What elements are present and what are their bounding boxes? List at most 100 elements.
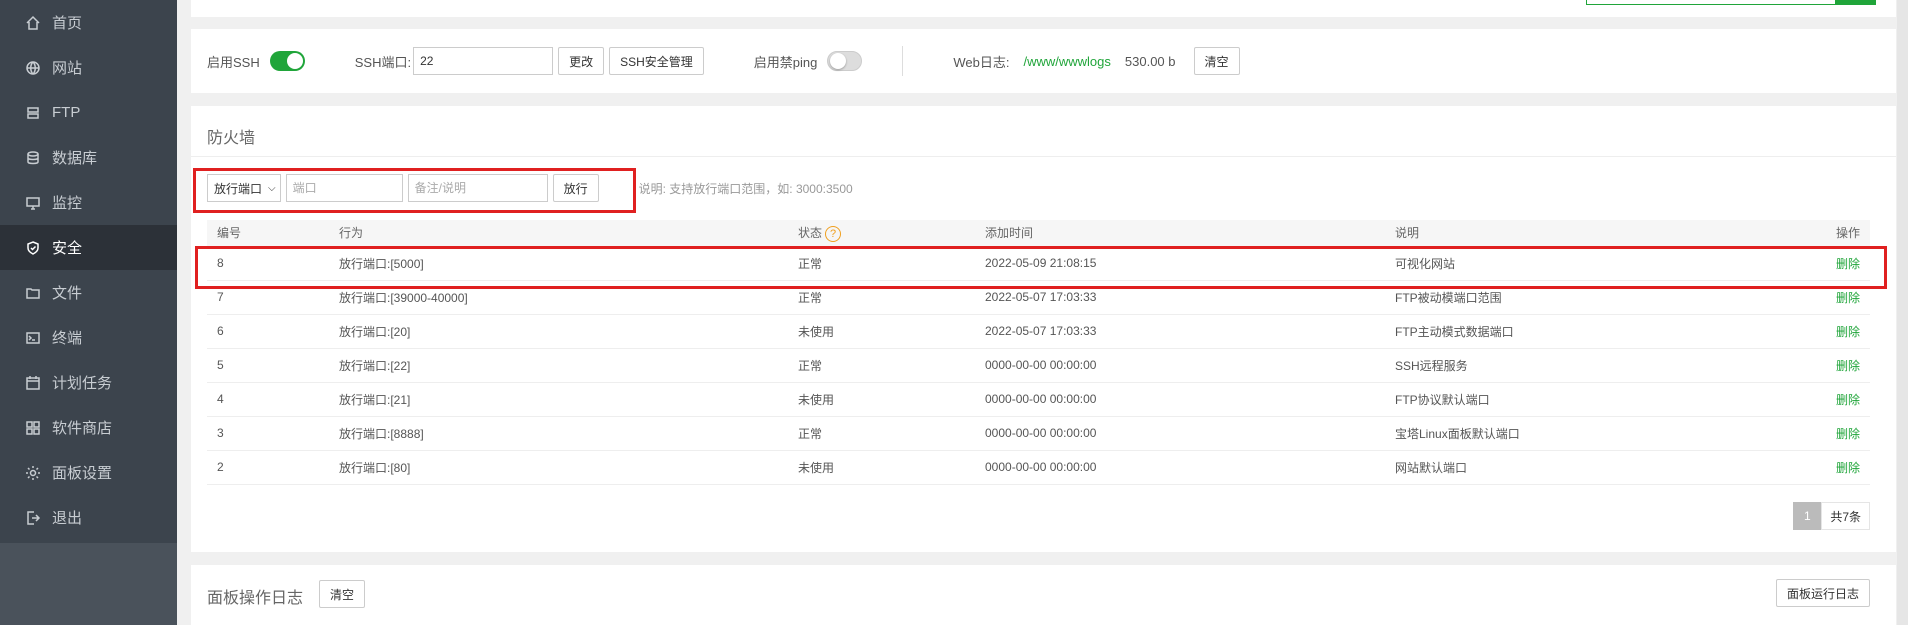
delete-link[interactable]: 删除: [1836, 257, 1860, 271]
panel-run-log-button[interactable]: 面板运行日志: [1775, 579, 1870, 607]
search-box-edge[interactable]: [1586, 0, 1836, 5]
cell-op: 删除: [1790, 280, 1870, 315]
delete-link[interactable]: 删除: [1836, 461, 1860, 475]
sidebar-item-label: 终端: [52, 330, 83, 347]
cell-time: 2022-05-07 17:03:33: [975, 314, 1385, 349]
sidebar-item-label: 退出: [52, 510, 83, 527]
database-icon: [24, 149, 42, 167]
change-port-button[interactable]: 更改: [558, 47, 605, 75]
apps-icon: [24, 419, 42, 437]
terminal-icon: [24, 329, 42, 347]
help-icon[interactable]: ?: [825, 225, 842, 242]
sidebar-item-5[interactable]: 安全: [0, 225, 177, 270]
delete-link[interactable]: 删除: [1836, 291, 1860, 305]
clear-web-log-button[interactable]: 清空: [1193, 47, 1240, 75]
table-row: 2 放行端口:[80] 未使用 0000-00-00 00:00:00 网站默认端口 删除: [207, 450, 1870, 485]
shield-icon: [24, 239, 42, 257]
panel-log-title: 面板操作日志: [207, 590, 304, 607]
cell-desc: FTP主动模式数据端口: [1385, 314, 1790, 349]
sidebar: 首页网站 FTP 数据库监控安全文件终端计划任务软件商店面板设置退出: [0, 0, 177, 625]
cell-op: 删除: [1790, 416, 1870, 451]
toggle-knob: [286, 53, 303, 69]
note-input[interactable]: [407, 174, 548, 202]
sidebar-item-9[interactable]: 软件商店: [0, 405, 177, 450]
port-input[interactable]: [285, 174, 403, 202]
cell-op: 删除: [1790, 382, 1870, 417]
table-row: 7 放行端口:[39000-40000] 正常 2022-05-07 17:03:33…: [207, 280, 1870, 315]
ssh-security-manage-button[interactable]: SSH安全管理: [609, 47, 704, 75]
ssh-port-input[interactable]: [413, 47, 554, 75]
sidebar-item-label: 安全: [52, 240, 83, 257]
cell-id: 3: [207, 416, 329, 451]
ssh-toggle[interactable]: [269, 51, 305, 71]
sidebar-item-label: 网站: [52, 60, 83, 77]
cell-time: 0000-00-00 00:00:00: [975, 416, 1385, 451]
toggle-knob: [830, 53, 847, 69]
globe-icon: [24, 59, 42, 77]
cell-id: 4: [207, 382, 329, 417]
cell-status: 未使用: [788, 314, 975, 349]
sidebar-footer: [0, 543, 177, 625]
sidebar-item-4[interactable]: 监控: [0, 180, 177, 225]
ping-toggle-label: 启用禁ping: [753, 54, 818, 70]
cell-time: 2022-05-07 17:03:33: [975, 280, 1385, 315]
clear-panel-log-button[interactable]: 清空: [319, 580, 366, 608]
cell-time: 0000-00-00 00:00:00: [975, 382, 1385, 417]
sidebar-item-label: 面板设置: [52, 465, 113, 482]
cell-id: 7: [207, 280, 329, 315]
sidebar-item-2[interactable]: FTP: [0, 90, 177, 135]
cell-desc: FTP被动模端口范围: [1385, 280, 1790, 315]
delete-link[interactable]: 删除: [1836, 325, 1860, 339]
sidebar-item-0[interactable]: 首页: [0, 0, 177, 45]
ssh-settings-bar: 启用SSH SSH端口: 更改 SSH安全管理 启用禁ping Web日志: /…: [191, 29, 1896, 93]
sidebar-item-6[interactable]: 文件: [0, 270, 177, 315]
ftp-icon: [24, 104, 42, 122]
sidebar-item-label: 文件: [52, 285, 83, 302]
firewall-card: 防火墙 放行端口 ⌵ 放行 说明: 支持放行端口范围，如: 3000:3500 …: [191, 106, 1896, 552]
search-button-edge[interactable]: [1836, 0, 1876, 5]
rule-type-select[interactable]: 放行端口 ⌵: [207, 174, 281, 202]
sidebar-item-7[interactable]: 终端: [0, 315, 177, 360]
sidebar-item-11[interactable]: 退出: [0, 495, 177, 540]
sidebar-item-label: 首页: [52, 15, 83, 32]
panel-log-card: 面板操作日志 清空 面板运行日志: [191, 565, 1896, 625]
delete-link[interactable]: 删除: [1836, 427, 1860, 441]
table-row: 4 放行端口:[21] 未使用 0000-00-00 00:00:00 FTP协议默认端…: [207, 382, 1870, 417]
cell-status: 正常: [788, 348, 975, 383]
table-row: 3 放行端口:[8888] 正常 0000-00-00 00:00:00 宝塔Linux…: [207, 416, 1870, 451]
sidebar-item-10[interactable]: 面板设置: [0, 450, 177, 495]
col-status: 状态?: [788, 220, 975, 247]
cell-action: 放行端口:[8888]: [329, 416, 788, 451]
cell-desc: 网站默认端口: [1385, 450, 1790, 485]
web-log-label: Web日志:: [953, 54, 1010, 70]
cell-action: 放行端口:[20]: [329, 314, 788, 349]
cell-id: 6: [207, 314, 329, 349]
sidebar-item-3[interactable]: 数据库: [0, 135, 177, 180]
web-log-size: 530.00 b: [1124, 53, 1176, 69]
allow-port-button[interactable]: 放行: [552, 174, 599, 202]
sidebar-item-label: FTP: [52, 104, 81, 121]
table-row: 6 放行端口:[20] 未使用 2022-05-07 17:03:33 FTP主动模式数…: [207, 314, 1870, 349]
cell-id: 2: [207, 450, 329, 485]
cell-op: 删除: [1790, 246, 1870, 281]
rule-type-value: 放行端口: [214, 181, 263, 196]
cell-action: 放行端口:[22]: [329, 348, 788, 383]
web-log-path-link[interactable]: /www/wwwlogs: [1023, 54, 1110, 69]
page-current[interactable]: 1: [1793, 502, 1822, 530]
delete-link[interactable]: 删除: [1836, 359, 1860, 373]
firewall-title: 防火墙: [207, 130, 256, 147]
cell-status: 正常: [788, 416, 975, 451]
sidebar-item-8[interactable]: 计划任务: [0, 360, 177, 405]
page-scrollbar[interactable]: [1897, 0, 1908, 625]
sidebar-item-1[interactable]: 网站: [0, 45, 177, 90]
delete-link[interactable]: 删除: [1836, 393, 1860, 407]
table-header-row: 编号 行为 状态? 添加时间 说明 操作: [207, 220, 1870, 247]
sidebar-item-label: 软件商店: [52, 420, 113, 437]
ping-toggle[interactable]: [827, 51, 863, 71]
calendar-icon: [24, 374, 42, 392]
cell-desc: 可视化网站: [1385, 246, 1790, 281]
logout-icon: [24, 509, 42, 527]
col-status-label: 状态: [798, 225, 823, 240]
sidebar-item-label: 监控: [52, 195, 83, 212]
page-total: 共7条: [1821, 502, 1870, 530]
